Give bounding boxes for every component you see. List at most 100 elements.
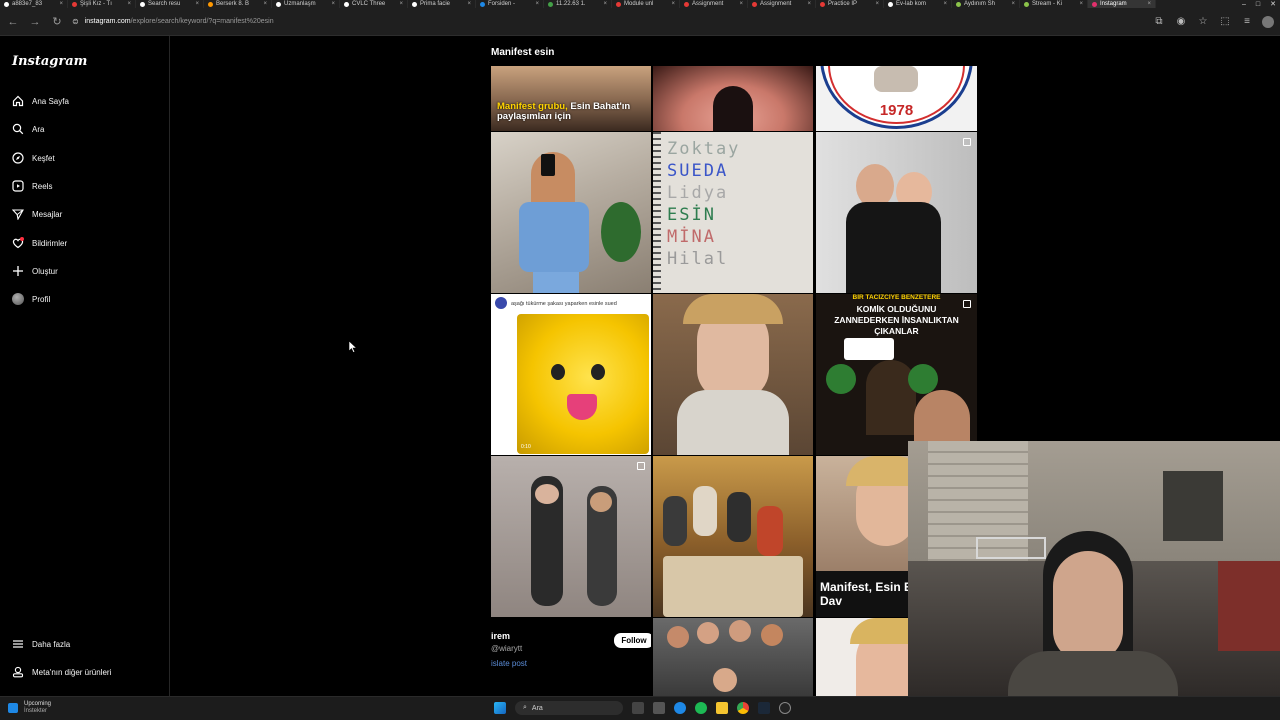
- meta-icon: [12, 666, 24, 678]
- spotify-icon[interactable]: [695, 702, 707, 714]
- browser-tab[interactable]: Module unl ×: [612, 0, 680, 8]
- post-emoji-video[interactable]: aşağı tükürme şakası yaparken esinle sue…: [491, 294, 651, 455]
- home-icon: [12, 95, 24, 107]
- browser-tab[interactable]: Assignment ×: [680, 0, 748, 8]
- window-controls: – □ ✕: [1242, 0, 1276, 9]
- taskbar-search-placeholder: Ara: [531, 704, 543, 712]
- tab-close-icon[interactable]: ×: [1011, 1, 1015, 7]
- suggested-account-card[interactable]: irem @wiarytt Follow islate post: [491, 618, 651, 696]
- tab-close-icon[interactable]: ×: [535, 1, 539, 7]
- browser-tab[interactable]: Aydınım Sh ×: [952, 0, 1020, 8]
- tab-close-icon[interactable]: ×: [739, 1, 743, 7]
- note-line: MİNA: [667, 227, 716, 247]
- steam-icon[interactable]: [758, 702, 770, 714]
- nav-search[interactable]: Ara: [12, 122, 44, 136]
- post-meme-insanliktan[interactable]: BİR TACİZCİYE BENZETERE KOMİK OLDUĞUNU Z…: [816, 294, 977, 455]
- task-view-icon[interactable]: [632, 702, 644, 714]
- tab-close-icon[interactable]: ×: [807, 1, 811, 7]
- nav-home[interactable]: Ana Sayfa: [12, 94, 69, 108]
- tab-close-icon[interactable]: ×: [331, 1, 335, 7]
- tab-label: Module unl: [624, 1, 654, 7]
- nav-profile[interactable]: Profil: [12, 292, 50, 306]
- browser-tab[interactable]: Şişli Kız - Tı ×: [68, 0, 136, 8]
- menu-icon[interactable]: ≡: [1240, 16, 1254, 27]
- follow-button[interactable]: Follow: [614, 633, 651, 648]
- nav-create[interactable]: Oluştur: [12, 264, 58, 278]
- reload-icon[interactable]: ↻: [50, 15, 64, 28]
- post-mirror-selfie[interactable]: [491, 132, 651, 293]
- tab-close-icon[interactable]: ×: [399, 1, 403, 7]
- post-two-women[interactable]: [816, 132, 977, 293]
- browser-tab[interactable]: Berserk 8. B ×: [204, 0, 272, 8]
- meme-caption: KOMİK OLDUĞUNU ZANNEDERKEN İNSANLIKTAN Ç…: [834, 304, 959, 336]
- site-info-icon[interactable]: ⊜: [72, 17, 79, 26]
- taskbar-search[interactable]: ⌕ Ara: [515, 701, 623, 715]
- forward-icon[interactable]: →: [28, 16, 42, 28]
- webcam-overlay: [908, 441, 1280, 696]
- tab-close-icon[interactable]: ×: [195, 1, 199, 7]
- tab-close-icon[interactable]: ×: [875, 1, 879, 7]
- nav-messages[interactable]: Mesajlar: [12, 207, 62, 221]
- install-icon[interactable]: ⧉: [1152, 16, 1166, 27]
- bookmark-star-icon[interactable]: ☆: [1196, 16, 1210, 27]
- taskbar-widget[interactable]: Upcoming İnstekter: [8, 701, 51, 715]
- tab-close-icon[interactable]: ×: [671, 1, 675, 7]
- tab-close-icon[interactable]: ×: [127, 1, 131, 7]
- url-field[interactable]: ⊜ instagram.com/explore/search/keyword/?…: [72, 13, 1144, 31]
- post-dinner-group[interactable]: [653, 456, 813, 617]
- browser-tab[interactable]: Assignment ×: [748, 0, 816, 8]
- post-stage-dancers[interactable]: [491, 456, 651, 617]
- browser-tab[interactable]: a883e7_83 ×: [0, 0, 68, 8]
- chrome-icon[interactable]: [737, 702, 749, 714]
- eye-icon[interactable]: ◉: [1174, 16, 1188, 27]
- taskbar-center: ⌕ Ara: [494, 701, 791, 715]
- post-manifest-grubu[interactable]: Manifest grubu, Esin Bahat'ın paylaşımla…: [491, 66, 651, 131]
- browser-tab[interactable]: Stream - Ki ×: [1020, 0, 1088, 8]
- browser-tab[interactable]: Uzmanlaşm ×: [272, 0, 340, 8]
- browser-tab[interactable]: CVLC Three ×: [340, 0, 408, 8]
- tab-close-icon[interactable]: ×: [263, 1, 267, 7]
- tab-close-icon[interactable]: ×: [1079, 1, 1083, 7]
- browser-tab[interactable]: Instagram ×: [1088, 0, 1156, 8]
- nav-notifications[interactable]: Bildirimler: [12, 236, 67, 250]
- obs-icon[interactable]: [779, 702, 791, 714]
- post-portrait[interactable]: [653, 66, 813, 131]
- nav-reels[interactable]: Reels: [12, 179, 52, 193]
- restore-icon[interactable]: □: [1256, 1, 1260, 8]
- note-line: Hilal: [667, 249, 729, 269]
- minimize-icon[interactable]: –: [1242, 1, 1246, 8]
- browser-tab[interactable]: Forsiden - ×: [476, 0, 544, 8]
- explore-grid: Manifest grubu, Esin Bahat'ın paylaşımla…: [491, 66, 977, 696]
- tab-close-icon[interactable]: ×: [943, 1, 947, 7]
- extensions-icon[interactable]: ⬚: [1218, 16, 1232, 27]
- browser-profile-avatar[interactable]: [1262, 15, 1274, 28]
- tab-favicon-icon: [276, 1, 281, 7]
- nav-explore[interactable]: Keşfet: [12, 151, 55, 165]
- nav-meta-products[interactable]: Meta'nın diğer ürünleri: [12, 665, 111, 679]
- edge-icon[interactable]: [674, 702, 686, 714]
- post-scarf-portrait[interactable]: [653, 294, 813, 455]
- file-explorer-icon[interactable]: [716, 702, 728, 714]
- post-girl-group[interactable]: [653, 618, 813, 696]
- post-club-logo[interactable]: 1978: [816, 66, 977, 131]
- post-notebook-names[interactable]: Zoktay SUEDA Lidya ESİN MİNA Hilal: [653, 132, 813, 293]
- back-icon[interactable]: ←: [6, 16, 20, 28]
- tab-close-icon[interactable]: ×: [603, 1, 607, 7]
- tab-close-icon[interactable]: ×: [59, 1, 63, 7]
- browser-tab[interactable]: Practice IP ×: [816, 0, 884, 8]
- browser-tab[interactable]: Ev-lab kom ×: [884, 0, 952, 8]
- windows-start-icon[interactable]: [494, 702, 506, 714]
- instagram-logo[interactable]: Instagram: [12, 54, 87, 69]
- browser-tab[interactable]: 11.22.63 1. ×: [544, 0, 612, 8]
- nav-meta-label: Meta'nın diğer ürünleri: [32, 667, 112, 677]
- tab-close-icon[interactable]: ×: [467, 1, 471, 7]
- browser-tab[interactable]: Search resu ×: [136, 0, 204, 8]
- tab-close-icon[interactable]: ×: [1147, 1, 1151, 7]
- browser-tab[interactable]: Prima facie ×: [408, 0, 476, 8]
- nav-more[interactable]: Daha fazla: [12, 637, 70, 651]
- nav-notifications-label: Bildirimler: [32, 238, 68, 248]
- app-icon[interactable]: [653, 702, 665, 714]
- translate-link[interactable]: islate post: [491, 659, 527, 668]
- close-window-icon[interactable]: ✕: [1270, 0, 1276, 8]
- note-line: ESİN: [667, 205, 716, 225]
